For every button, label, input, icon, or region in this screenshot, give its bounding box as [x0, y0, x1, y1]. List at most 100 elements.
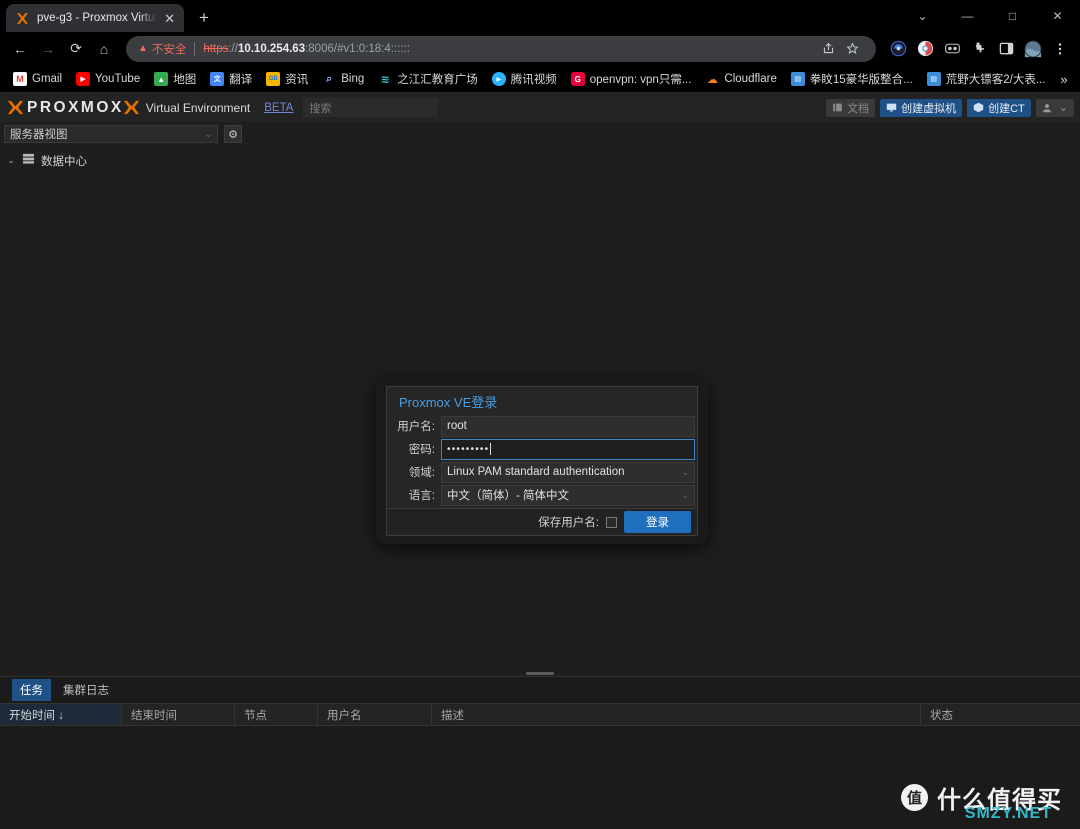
- bookmark-label: 拳盿15豪华版整合...: [809, 74, 913, 86]
- pve-search-placeholder: 搜索: [309, 102, 332, 115]
- share-icon[interactable]: [816, 37, 840, 61]
- bookmark-item[interactable]: Gopenvpn: vpn只需...: [564, 68, 699, 90]
- forward-icon[interactable]: →: [34, 35, 62, 63]
- bookmark-item[interactable]: ⌕ Bing: [315, 69, 371, 89]
- column-header-description[interactable]: 描述: [432, 704, 921, 725]
- bookmark-item[interactable]: GB 资讯: [259, 68, 315, 90]
- reload-icon[interactable]: ⟳: [62, 35, 90, 63]
- url-text: https://10.10.254.63:8006/#v1:0:18:4::::…: [203, 43, 410, 55]
- minimize-icon[interactable]: —: [945, 0, 990, 32]
- login-button[interactable]: 登录: [624, 511, 691, 533]
- bookmark-item[interactable]: ▶ YouTube: [69, 69, 147, 89]
- username-input[interactable]: root: [441, 415, 695, 437]
- new-tab-button[interactable]: +: [190, 4, 218, 32]
- browser-profile-avatar[interactable]: [1021, 37, 1045, 61]
- column-header-username[interactable]: 用户名: [318, 704, 432, 725]
- login-dialog: Proxmox VE登录 用户名: root 密码: ••••••••• 领域:…: [386, 386, 698, 536]
- proxmox-favicon: [15, 11, 30, 26]
- language-select[interactable]: 中文（简体）- 简体中文 ⌄: [441, 484, 695, 506]
- tab-close-icon[interactable]: ✕: [164, 12, 175, 25]
- url-scheme: https: [203, 42, 229, 55]
- browser-extension-compass-icon[interactable]: [913, 37, 937, 61]
- login-dialog-title: Proxmox VE登录: [399, 394, 498, 410]
- column-header-end-time[interactable]: 结束时间: [122, 704, 235, 725]
- chevron-down-icon: ⌄: [681, 466, 689, 477]
- save-username-checkbox[interactable]: [606, 516, 617, 528]
- browser-extension-blue-circle-icon[interactable]: [886, 37, 910, 61]
- tab-tasks[interactable]: 任务: [12, 679, 51, 701]
- realm-label: 领域:: [408, 467, 435, 479]
- docs-button[interactable]: 文档: [826, 98, 876, 117]
- chevron-down-icon: ⌄: [204, 128, 212, 139]
- bookmark-item[interactable]: 文翻译: [203, 68, 259, 90]
- bookmark-label: Cloudflare: [724, 73, 777, 85]
- chevron-down-icon[interactable]: ⌄: [6, 155, 16, 166]
- bookmark-item[interactable]: ▲ 地图: [147, 68, 203, 90]
- tab-cluster-log[interactable]: 集群日志: [55, 679, 117, 701]
- star-icon[interactable]: [840, 37, 864, 61]
- bookmark-item[interactable]: ▶ 腾讯视频: [485, 68, 564, 90]
- bookmark-item[interactable]: ≋ 之江汇教育广场: [371, 68, 485, 90]
- browser-tab[interactable]: pve-g3 - Proxmox Virtual Envi ✕: [6, 4, 184, 32]
- create-vm-button[interactable]: 创建虚拟机: [880, 98, 963, 117]
- browser-menu-kebab-icon[interactable]: [1048, 37, 1072, 61]
- bookmark-item[interactable]: ▤ 荒野大镖客2/大表...: [920, 68, 1053, 90]
- bookmark-folder-blue-icon: ▤: [790, 72, 805, 86]
- youtube-icon: ▶: [76, 72, 91, 86]
- news-icon: GB: [266, 72, 281, 86]
- column-header-node[interactable]: 节点: [235, 704, 318, 725]
- column-header-status[interactable]: 状态: [921, 704, 1080, 725]
- language-value: 中文（简体）- 简体中文: [447, 490, 570, 502]
- close-icon[interactable]: ✕: [1035, 0, 1080, 32]
- password-row: 密码: •••••••••: [387, 438, 697, 460]
- back-icon[interactable]: ←: [6, 35, 34, 63]
- maximize-icon[interactable]: □: [990, 0, 1035, 32]
- pve-header-actions: 文档 创建虚拟机 创建CT ⌄: [826, 93, 1074, 122]
- password-input[interactable]: •••••••••: [441, 438, 695, 460]
- login-dialog-backdrop: Proxmox VE登录 用户名: root 密码: ••••••••• 领域:…: [376, 378, 708, 544]
- security-status-text: 不安全: [151, 43, 187, 56]
- create-ct-button[interactable]: 创建CT: [967, 98, 1031, 117]
- address-bar[interactable]: ▲ 不安全 https://10.10.254.63:8006/#v1:0:18…: [126, 35, 876, 62]
- language-label: 语言:: [408, 490, 435, 502]
- browser-sidepanel-icon[interactable]: [994, 37, 1018, 61]
- docs-label: 文档: [847, 102, 870, 115]
- url-separator: ://: [228, 42, 238, 55]
- create-ct-label: 创建CT: [988, 102, 1025, 115]
- bookmark-item[interactable]: ☁ Cloudflare: [698, 69, 783, 89]
- username-value: root: [447, 420, 467, 432]
- username-label: 用户名:: [397, 421, 435, 433]
- browser-extension-puzzle-icon[interactable]: [967, 37, 991, 61]
- task-grid-header: 开始时间 ↓ 结束时间 节点 用户名 描述 状态: [0, 703, 1080, 726]
- beta-link[interactable]: BETA: [264, 102, 293, 114]
- bookmark-item[interactable]: M Gmail: [6, 69, 69, 89]
- tree-item-datacenter[interactable]: ⌄ 数据中心: [6, 151, 1080, 170]
- save-username-label: 保存用户名:: [538, 517, 599, 529]
- pve-search-input[interactable]: 搜索: [303, 98, 439, 117]
- bookmark-label: 地图: [173, 74, 197, 86]
- realm-value: Linux PAM standard authentication: [447, 466, 625, 478]
- watermark-badge: 值: [901, 784, 928, 811]
- bookmark-item[interactable]: ▤ 拳盿15豪华版整合...: [784, 68, 920, 90]
- home-icon[interactable]: ⌂: [90, 35, 118, 63]
- browser-chrome: pve-g3 - Proxmox Virtual Envi ✕ + ⌄ — □ …: [0, 0, 1080, 93]
- bookmark-label: Bing: [341, 73, 365, 85]
- password-label: 密码:: [408, 444, 435, 456]
- datacenter-icon: [22, 152, 35, 170]
- browser-extension-glasses-icon[interactable]: [940, 37, 964, 61]
- bookmarks-overflow-button[interactable]: »: [1052, 72, 1075, 87]
- view-selector-value: 服务器视图: [10, 129, 68, 141]
- pve-subheader: 服务器视图 ⌄ ⚙: [0, 122, 1080, 146]
- tab-search-chevron-icon[interactable]: ⌄: [900, 0, 945, 32]
- logo-wordmark: PROXMOX: [27, 98, 124, 116]
- gear-icon[interactable]: ⚙: [224, 125, 242, 143]
- column-header-start-time[interactable]: 开始时间 ↓: [0, 704, 122, 725]
- realm-select[interactable]: Linux PAM standard authentication ⌄: [441, 461, 695, 483]
- proxmox-logo: PROXMOX Virtual Environment: [6, 98, 250, 117]
- user-menu-button[interactable]: ⌄: [1035, 98, 1074, 117]
- bookmark-label: 之江汇教育广场: [397, 74, 478, 86]
- window-controls: ⌄ — □ ✕: [900, 0, 1080, 32]
- bookmark-label: 腾讯视频: [510, 74, 557, 86]
- view-selector[interactable]: 服务器视图 ⌄: [4, 125, 218, 143]
- login-dialog-footer: 保存用户名: 登录: [387, 508, 697, 535]
